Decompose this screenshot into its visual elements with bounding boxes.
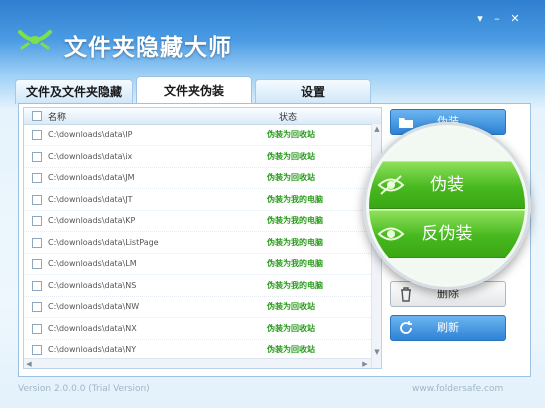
- folder-path: C:\downloads\data\KP: [48, 216, 136, 225]
- table-row[interactable]: C:\downloads\data\NW 伪装为回收站: [24, 296, 371, 318]
- scroll-down-icon[interactable]: ▼: [372, 347, 381, 357]
- folder-path: C:\downloads\data\NY: [48, 345, 137, 354]
- table-row[interactable]: C:\downloads\data\LM 伪装为我的电脑: [24, 253, 371, 275]
- select-all-checkbox[interactable]: [32, 111, 42, 121]
- folder-path: C:\downloads\data\NW: [48, 302, 140, 311]
- status-text: 伪装为回收站: [267, 345, 315, 354]
- row-checkbox[interactable]: [32, 130, 42, 140]
- folder-path: C:\downloads\data\IP: [48, 130, 133, 139]
- status-text: 伪装为回收站: [267, 151, 315, 161]
- row-checkbox[interactable]: [32, 173, 42, 183]
- row-checkbox[interactable]: [32, 345, 42, 355]
- folder-path: C:\downloads\data\LM: [48, 259, 137, 268]
- scroll-right-icon[interactable]: ▶: [360, 359, 370, 368]
- row-checkbox[interactable]: [32, 237, 42, 248]
- logo-icon: [18, 30, 52, 50]
- status-text: 伪装为我的电脑: [267, 216, 323, 225]
- status-text: 伪装为回收站: [267, 323, 315, 333]
- status-text: 伪装为回收站: [267, 130, 315, 139]
- minimize-button[interactable]: –: [489, 12, 505, 26]
- row-checkbox[interactable]: [32, 216, 42, 226]
- list-header: 名称 状态: [24, 108, 381, 125]
- row-checkbox[interactable]: [32, 194, 42, 205]
- table-row[interactable]: C:\downloads\data\IP 伪装为回收站: [24, 124, 371, 146]
- horizontal-scrollbar[interactable]: ◀ ▶: [24, 358, 371, 368]
- undisguise-button[interactable]: 反伪装: [369, 210, 525, 258]
- version-text: Version 2.0.0.0 (Trial Version): [18, 384, 150, 394]
- column-status: 状态: [279, 113, 298, 123]
- folder-path: C:\downloads\data\ListPage: [48, 237, 159, 247]
- folder-list: 名称 状态 C:\downloads\data\IP 伪装为回收站 C:\downl…: [23, 107, 382, 369]
- row-checkbox[interactable]: [32, 151, 42, 162]
- website-link[interactable]: www.foldersafe.com: [412, 384, 503, 394]
- folder-path: C:\downloads\data\NX: [48, 323, 137, 333]
- close-button[interactable]: ✕: [507, 12, 523, 26]
- tab-folder-disguise[interactable]: 文件夹伪装: [136, 76, 252, 105]
- scroll-up-icon[interactable]: ▲: [372, 124, 381, 134]
- tab-file-hide[interactable]: 文件及文件夹隐藏: [15, 79, 133, 104]
- disguise-button[interactable]: 伪装: [369, 161, 525, 209]
- magnifier-content: 伪装 反伪装: [369, 128, 525, 284]
- status-text: 伪装为我的电脑: [267, 237, 323, 247]
- table-row[interactable]: C:\downloads\data\ListPage 伪装为我的电脑: [24, 232, 371, 254]
- app-window: 文件夹隐藏大师 ▾ – ✕ 文件及文件夹隐藏 文件夹伪装 设置 名称 状态 C:…: [0, 0, 545, 408]
- table-row[interactable]: C:\downloads\data\NX 伪装为回收站: [24, 318, 371, 340]
- refresh-button[interactable]: 刷新: [390, 315, 506, 341]
- row-checkbox[interactable]: [32, 259, 42, 269]
- folder-path: C:\downloads\data\JT: [48, 194, 133, 204]
- scroll-left-icon[interactable]: ◀: [24, 359, 34, 368]
- status-text: 伪装为我的电脑: [267, 259, 323, 268]
- table-row[interactable]: C:\downloads\data\JT 伪装为我的电脑: [24, 189, 371, 211]
- menu-icon[interactable]: ▾: [472, 12, 488, 26]
- status-text: 伪装为我的电脑: [267, 280, 323, 290]
- folder-path: C:\downloads\data\JM: [48, 173, 135, 182]
- row-checkbox[interactable]: [32, 302, 42, 312]
- folder-path: C:\downloads\data\NS: [48, 280, 137, 290]
- table-row[interactable]: C:\downloads\data\KP 伪装为我的电脑: [24, 210, 371, 232]
- tab-settings[interactable]: 设置: [255, 79, 371, 104]
- column-name: 名称: [48, 113, 67, 123]
- status-text: 伪装为我的电脑: [267, 194, 323, 204]
- status-text: 伪装为回收站: [267, 173, 315, 182]
- app-title: 文件夹隐藏大师: [64, 35, 232, 61]
- folder-path: C:\downloads\data\ix: [48, 151, 133, 161]
- row-checkbox[interactable]: [32, 323, 42, 334]
- table-row[interactable]: C:\downloads\data\JM 伪装为回收站: [24, 167, 371, 189]
- table-row[interactable]: C:\downloads\data\NS 伪装为我的电脑: [24, 275, 371, 297]
- status-text: 伪装为回收站: [267, 302, 315, 311]
- row-checkbox[interactable]: [32, 280, 42, 291]
- table-row[interactable]: C:\downloads\data\ix 伪装为回收站: [24, 146, 371, 168]
